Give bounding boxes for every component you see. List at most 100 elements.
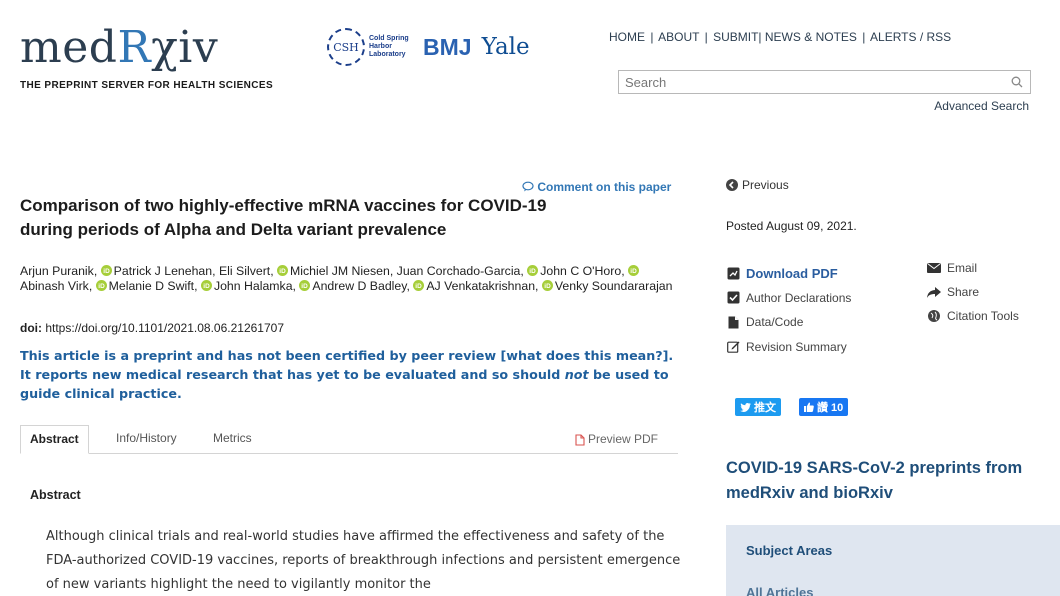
orcid-icon[interactable]: iD [541,280,553,291]
tab-info-history[interactable]: Info/History [107,425,186,454]
svg-text:iD: iD [416,283,423,290]
thumbs-up-icon [804,402,814,412]
orcid-icon[interactable]: iD [277,265,289,276]
nav-submit[interactable]: SUBMIT [713,30,758,44]
previous-link[interactable]: Previous [726,178,789,192]
download-pdf-label: Download PDF [746,265,838,281]
article-tools-left: Download PDF Author Declarations Data/Co… [726,261,851,359]
svg-text:iD: iD [203,283,210,290]
tab-abstract[interactable]: Abstract [20,425,89,454]
author-name[interactable]: Abinash Virk [20,279,89,293]
share-arrow-icon [927,285,941,299]
pdf-icon [575,433,585,446]
author-name[interactable]: Eli Silvert [219,264,270,278]
orcid-icon[interactable]: iD [527,265,539,276]
logo-wordmark: medRχiv [20,22,219,73]
previous-label: Previous [742,178,789,192]
author-name[interactable]: Michiel JM Niesen [290,264,390,278]
article-tabs: Abstract Info/History Metrics Preview PD… [20,425,678,454]
nav-home[interactable]: HOME [609,30,645,44]
data-code-link[interactable]: Data/Code [726,310,851,335]
author-name[interactable]: John Halamka [214,279,293,293]
preview-pdf-label: Preview PDF [587,432,658,446]
csh-label: Cold Spring Harbor Laboratory [369,35,409,58]
revision-summary-link[interactable]: Revision Summary [726,335,851,360]
tweet-label: 推文 [754,402,776,414]
medrxiv-logo[interactable]: medRχiv THE PREPRINT SERVER FOR HEALTH S… [20,22,273,92]
data-code-label: Data/Code [746,315,804,330]
comment-link[interactable]: Comment on this paper [522,180,671,194]
author-declarations-link[interactable]: Author Declarations [726,286,851,311]
yale-logo[interactable]: Yale [482,34,530,60]
all-articles-link[interactable]: All Articles [746,585,813,596]
search-icon[interactable] [1010,75,1024,89]
advanced-search-link[interactable]: Advanced Search [934,99,1029,113]
author-declarations-label: Author Declarations [746,290,852,305]
share-link[interactable]: Share [927,280,1019,304]
doi-link[interactable]: https://doi.org/10.1101/2021.08.06.21261… [45,321,284,335]
author-name[interactable]: Venky Soundararajan [555,279,673,293]
citation-tools-link[interactable]: Citation Tools [927,304,1019,328]
svg-text:iD: iD [98,283,105,290]
email-label: Email [947,261,978,275]
orcid-icon[interactable]: iD [95,280,107,291]
envelope-icon [927,261,941,275]
author-list: Arjun Puranik, iD Patrick J Lenehan, Eli … [20,264,673,293]
svg-text:iD: iD [103,268,110,275]
search-box [618,70,1031,94]
twitter-bird-icon [740,402,751,412]
revision-summary-label: Revision Summary [746,339,847,354]
author-name[interactable]: AJ Venkatakrishnan [426,279,535,293]
top-navigation: HOME | ABOUT | SUBMIT| NEWS & NOTES | AL… [609,30,952,44]
orcid-icon[interactable]: iD [100,265,112,276]
search-input[interactable] [625,74,1010,90]
tab-metrics[interactable]: Metrics [204,425,261,454]
edit-icon [726,340,740,354]
pdf-file-icon [726,266,740,280]
csh-seal: CSH [327,28,365,66]
covid-collection-heading[interactable]: COVID-19 SARS-CoV-2 preprints from medRx… [726,456,1060,506]
left-arrow-circle-icon [726,179,738,191]
nav-news-notes[interactable]: NEWS & NOTES [765,30,857,44]
orcid-icon[interactable]: iD [628,265,640,276]
author-name[interactable]: Andrew D Badley [312,279,406,293]
orcid-icon[interactable]: iD [413,280,425,291]
author-name[interactable]: Arjun Puranik [20,264,94,278]
subject-areas-panel: Subject Areas All Articles [726,525,1060,596]
facebook-like-button[interactable]: 讚 10 [799,398,849,416]
nav-about[interactable]: ABOUT [658,30,699,44]
social-buttons: 推文 讚 10 [735,398,849,416]
svg-text:iD: iD [544,283,551,290]
author-name[interactable]: Melanie D Swift [109,279,194,293]
preprint-notice: This article is a preprint and has not b… [20,348,674,401]
share-label: Share [947,285,980,299]
download-pdf-link[interactable]: Download PDF [726,261,851,286]
svg-text:iD: iD [279,268,286,275]
svg-text:iD: iD [630,268,637,275]
posted-date: Posted August 09, 2021. [726,219,857,233]
csh-logo[interactable]: CSH Cold Spring Harbor Laboratory [327,28,409,66]
orcid-icon[interactable]: iD [200,280,212,291]
doi-label: doi: [20,321,42,335]
like-count: 讚 10 [817,402,844,414]
abstract-heading: Abstract [30,488,81,502]
comment-icon [522,181,534,192]
globe-icon [927,309,941,323]
nav-alerts-rss[interactable]: ALERTS / RSS [870,30,951,44]
checkbox-icon [726,291,740,305]
citation-tools-label: Citation Tools [947,309,1019,323]
orcid-icon[interactable]: iD [299,280,311,291]
svg-text:iD: iD [302,283,309,290]
email-link[interactable]: Email [927,256,1019,280]
article-tools-right: Email Share Citation Tools [927,256,1019,328]
svg-text:iD: iD [530,268,537,275]
author-name[interactable]: Patrick J Lenehan [114,264,212,278]
tweet-button[interactable]: 推文 [735,398,781,416]
preview-pdf-link[interactable]: Preview PDF [575,425,678,454]
article-title: Comparison of two highly-effective mRNA … [20,196,547,239]
author-name[interactable]: Juan Corchado-Garcia [397,264,521,278]
comment-link-label: Comment on this paper [537,180,672,194]
author-name[interactable]: John C O'Horo [540,264,621,278]
bmj-logo[interactable]: BMJ [423,34,472,61]
partner-logos: CSH Cold Spring Harbor Laboratory BMJ Ya… [327,28,530,66]
